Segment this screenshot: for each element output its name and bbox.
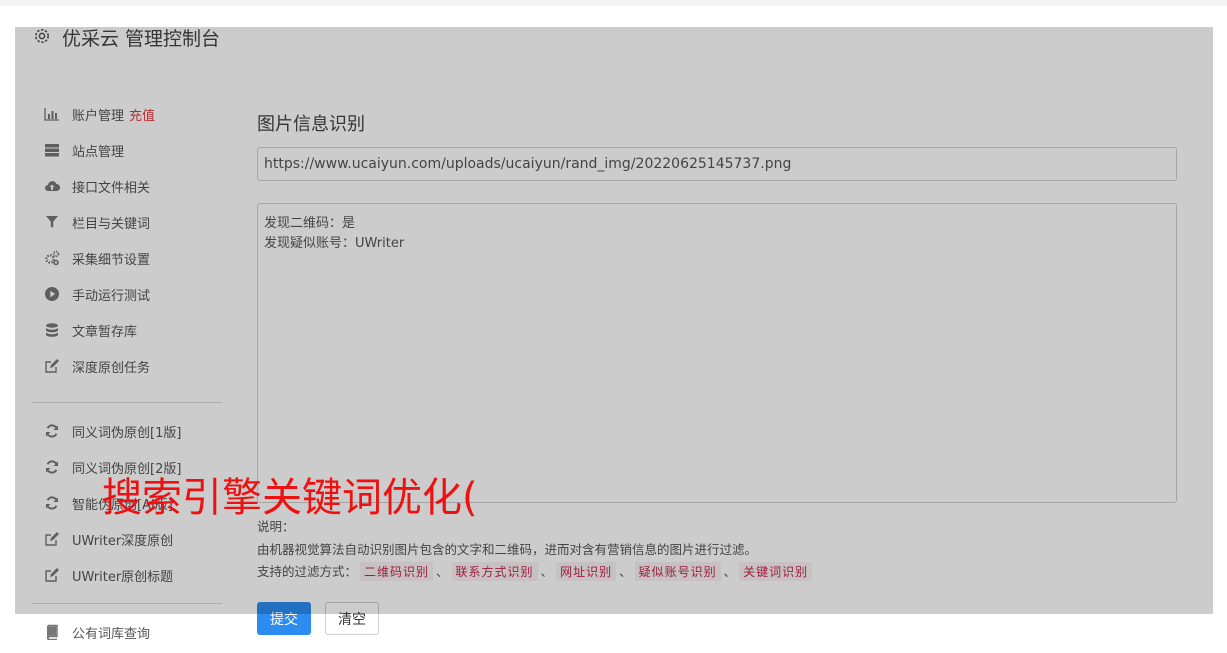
page: 优采云 管理控制台 账户管理 充值 站点管理 接口文件相关 栏目与关键词 采集细… bbox=[0, 6, 1227, 653]
sidebar-item-uwriter-title[interactable]: UWriter原创标题 bbox=[44, 563, 173, 587]
sidebar-item-uwriter-deep[interactable]: UWriter深度原创 bbox=[44, 527, 173, 551]
result-line: 发现二维码：是 bbox=[264, 216, 356, 231]
separator: 、 bbox=[540, 564, 554, 579]
recharge-link[interactable]: 充值 bbox=[129, 105, 155, 124]
separator: 、 bbox=[619, 564, 632, 579]
submit-button[interactable]: 提交 bbox=[257, 602, 311, 635]
notes-description: 由机器视觉算法自动识别图片包含的文字和二维码，进而对含有营销信息的图片进行过滤。 bbox=[257, 542, 758, 557]
gear-icon bbox=[33, 27, 51, 45]
filter-suspect-account: 疑似账号识别 bbox=[634, 562, 721, 581]
edit-icon bbox=[44, 358, 60, 374]
top-header: 优采云 管理控制台 bbox=[0, 6, 1227, 70]
play-circle-icon bbox=[44, 286, 60, 302]
sidebar-item-label: 站点管理 bbox=[72, 144, 125, 160]
gears-icon bbox=[44, 250, 60, 266]
bar-chart-icon bbox=[44, 106, 60, 122]
refresh-icon bbox=[44, 495, 60, 511]
sidebar-item-label: UWriter原创标题 bbox=[72, 569, 174, 585]
edit-icon bbox=[44, 531, 60, 547]
separator: 、 bbox=[723, 564, 737, 579]
edit-icon bbox=[44, 567, 60, 583]
sidebar-item-synonym-v1[interactable]: 同义词伪原创[1版] bbox=[44, 419, 181, 443]
sidebar-item-collect-settings[interactable]: 采集细节设置 bbox=[44, 246, 150, 270]
filter-contact: 联系方式识别 bbox=[451, 562, 538, 581]
sidebar-item-label: 采集细节设置 bbox=[72, 252, 151, 268]
image-url-input[interactable]: https://www.ucaiyun.com/uploads/ucaiyun/… bbox=[257, 147, 1177, 181]
sidebar-item-manual-test[interactable]: 手动运行测试 bbox=[44, 282, 150, 306]
sidebar-item-account[interactable]: 账户管理 充值 bbox=[44, 102, 155, 126]
watermark-text: 搜索引擎关键词优化( bbox=[102, 475, 478, 521]
sidebar-item-label: 文章暂存库 bbox=[72, 324, 138, 340]
sidebar-item-public-lexicon[interactable]: 公有词库查询 bbox=[44, 620, 150, 644]
sidebar-item-label: 账户管理 bbox=[72, 108, 125, 124]
refresh-icon bbox=[44, 459, 60, 475]
sidebar-item-interface-files[interactable]: 接口文件相关 bbox=[44, 174, 150, 198]
server-icon bbox=[44, 142, 60, 158]
sidebar-item-label: 同义词伪原创[1版] bbox=[72, 425, 182, 441]
sidebar-item-label: 手动运行测试 bbox=[72, 288, 151, 304]
sidebar-item-article-storage[interactable]: 文章暂存库 bbox=[44, 318, 137, 342]
refresh-icon bbox=[44, 423, 60, 439]
filter-url: 网址识别 bbox=[556, 562, 617, 581]
filter-keyword: 关键词识别 bbox=[739, 562, 813, 581]
sidebar-item-label: 公有词库查询 bbox=[72, 626, 151, 642]
filter-icon bbox=[44, 214, 60, 230]
book-icon bbox=[44, 624, 60, 640]
filter-qrcode: 二维码识别 bbox=[360, 562, 434, 581]
app-title: 优采云 管理控制台 bbox=[62, 28, 221, 50]
result-line: 发现疑似账号：UWriter bbox=[264, 236, 405, 251]
filters-prefix: 支持的过滤方式： bbox=[257, 564, 358, 579]
sidebar-item-label: 接口文件相关 bbox=[72, 180, 151, 196]
separator: 、 bbox=[436, 564, 449, 579]
sidebar-item-columns-keywords[interactable]: 栏目与关键词 bbox=[44, 210, 150, 234]
notes-filters: 支持的过滤方式： 二维码识别、联系方式识别、网址识别、疑似账号识别、关键词识别 bbox=[257, 561, 815, 581]
sidebar-item-deep-original[interactable]: 深度原创任务 bbox=[44, 354, 150, 378]
database-icon bbox=[44, 322, 60, 338]
cloud-upload-icon bbox=[44, 178, 60, 194]
page-title: 图片信息识别 bbox=[257, 114, 365, 135]
sidebar-item-label: 深度原创任务 bbox=[72, 360, 151, 376]
sidebar-item-label: 栏目与关键词 bbox=[72, 216, 151, 232]
result-textarea[interactable]: 发现二维码：是 发现疑似账号：UWriter bbox=[257, 203, 1177, 503]
clear-button[interactable]: 清空 bbox=[325, 602, 379, 635]
sidebar-divider bbox=[32, 603, 222, 604]
sidebar-item-sites[interactable]: 站点管理 bbox=[44, 138, 124, 162]
sidebar-divider bbox=[32, 402, 222, 403]
sidebar-item-label: UWriter深度原创 bbox=[72, 533, 174, 549]
